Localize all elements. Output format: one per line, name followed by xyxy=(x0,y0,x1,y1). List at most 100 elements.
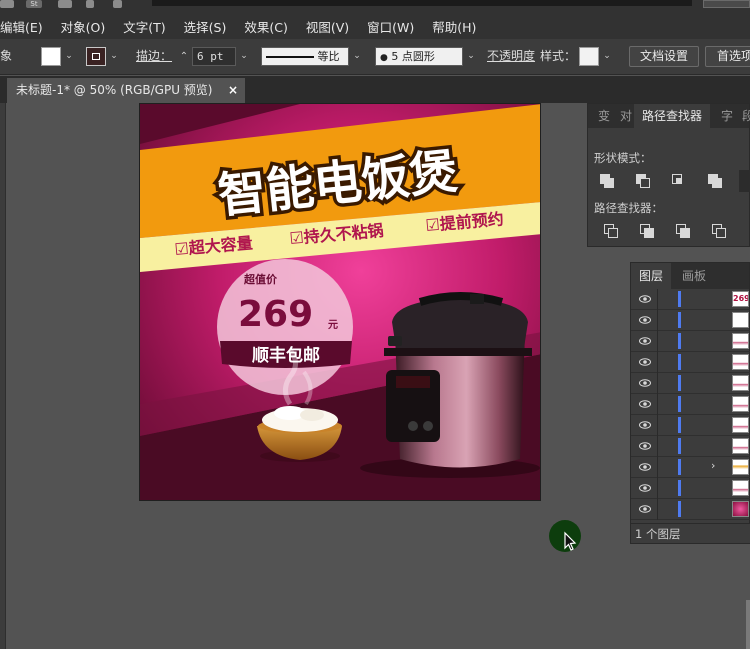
menu-object[interactable]: 对象(O) xyxy=(52,17,115,36)
graphic-style-dropdown[interactable]: ⌄ xyxy=(600,47,614,66)
price-value: 269 xyxy=(238,294,313,335)
tab-artboards[interactable]: 画板 xyxy=(682,263,706,289)
expand-button[interactable] xyxy=(739,170,750,192)
document-tab-title: 未标题-1* @ 50% (RGB/GPU 预览) xyxy=(16,83,213,97)
control-bar: 象 ⌄ ⌄ 描边： ⌃ 6 pt ⌄ 等比 ⌄ ● 5 点圆形 ⌄ 不透明度 样… xyxy=(0,39,750,75)
shape-icon xyxy=(732,375,749,391)
layer-row[interactable]: 269 xyxy=(631,289,750,310)
lock-column[interactable] xyxy=(657,457,658,478)
merge-icon[interactable] xyxy=(674,222,692,240)
lock-column[interactable] xyxy=(657,373,658,394)
shape-icon xyxy=(732,396,749,412)
stock-icon[interactable]: St xyxy=(26,0,42,8)
brush-definition[interactable]: ● 5 点圆形 xyxy=(375,47,463,66)
stroke-weight-dropdown[interactable]: ⌄ xyxy=(237,47,251,66)
stroke-swatch[interactable] xyxy=(86,47,106,66)
menu-effect[interactable]: 效果(C) xyxy=(235,17,296,36)
brush-dropdown[interactable]: ⌄ xyxy=(464,47,478,66)
lock-column[interactable] xyxy=(657,499,658,520)
lock-column[interactable] xyxy=(657,415,658,436)
stroke-stepper[interactable]: ⌃ xyxy=(177,47,191,66)
eye-icon[interactable] xyxy=(639,419,651,431)
eye-icon[interactable] xyxy=(639,377,651,389)
profile-dropdown[interactable]: ⌄ xyxy=(350,47,364,66)
eye-icon[interactable] xyxy=(639,440,651,452)
menu-type[interactable]: 文字(T) xyxy=(114,17,174,36)
opacity-label[interactable]: 不透明度 xyxy=(487,47,535,66)
workspace-icon[interactable] xyxy=(58,0,72,8)
lock-column[interactable] xyxy=(657,436,658,457)
layer-row[interactable] xyxy=(631,394,750,415)
stroke-label[interactable]: 描边： xyxy=(136,47,172,66)
expand-arrow-icon[interactable]: › xyxy=(711,459,715,472)
shape-modes-label: 形状模式： xyxy=(594,151,652,165)
tab-pathfinder[interactable]: 路径查找器 xyxy=(634,104,711,128)
menu-window[interactable]: 窗口(W) xyxy=(358,17,423,36)
minus-front-icon[interactable] xyxy=(634,172,652,190)
unite-icon[interactable] xyxy=(598,172,616,190)
exclude-icon[interactable] xyxy=(706,172,724,190)
crop-icon[interactable] xyxy=(710,222,728,240)
shape-icon xyxy=(732,333,749,349)
layer-row[interactable] xyxy=(631,415,750,436)
stroke-inner-icon xyxy=(92,53,100,60)
tab-character[interactable]: 字 xyxy=(721,104,733,128)
tab-transform[interactable]: 变 xyxy=(598,104,610,128)
document-setup-button[interactable]: 文档设置 xyxy=(629,46,699,67)
scrollbar[interactable] xyxy=(746,600,750,649)
divide-icon[interactable] xyxy=(602,222,620,240)
menu-edit[interactable]: 编辑(E) xyxy=(0,17,52,36)
layer-row[interactable] xyxy=(631,373,750,394)
eye-icon[interactable] xyxy=(639,461,651,473)
brush-icon[interactable] xyxy=(113,0,122,8)
stroke-weight-input[interactable]: 6 pt xyxy=(192,47,236,66)
layer-row[interactable] xyxy=(631,478,750,499)
lock-column[interactable] xyxy=(657,310,658,331)
lock-column[interactable] xyxy=(657,331,658,352)
variable-width-profile[interactable]: 等比 xyxy=(261,47,349,66)
shape-icon xyxy=(732,438,749,454)
tab-layers[interactable]: 图层 xyxy=(631,263,672,289)
eye-icon[interactable] xyxy=(639,482,651,494)
eye-icon[interactable] xyxy=(639,398,651,410)
layer-row[interactable] xyxy=(631,331,750,352)
lock-column[interactable] xyxy=(657,394,658,415)
layer-color-bar xyxy=(678,291,681,307)
layer-row[interactable] xyxy=(631,352,750,373)
eye-icon[interactable] xyxy=(639,335,651,347)
menu-view[interactable]: 视图(V) xyxy=(297,17,358,36)
tab-paragraph[interactable]: 段 xyxy=(742,104,750,128)
fill-dropdown[interactable]: ⌄ xyxy=(62,47,76,66)
menu-select[interactable]: 选择(S) xyxy=(175,17,236,36)
document-tab[interactable]: 未标题-1* @ 50% (RGB/GPU 预览) × xyxy=(7,78,245,103)
trim-icon[interactable] xyxy=(638,222,656,240)
preferences-button[interactable]: 首选项 xyxy=(705,46,750,67)
eye-icon[interactable] xyxy=(639,293,651,305)
lock-column[interactable] xyxy=(657,352,658,373)
brush-label: 5 点圆形 xyxy=(391,50,435,63)
eye-icon[interactable] xyxy=(639,314,651,326)
layer-row[interactable] xyxy=(631,499,750,520)
lock-column[interactable] xyxy=(657,478,658,499)
menu-help[interactable]: 帮助(H) xyxy=(423,17,485,36)
artboard[interactable]: 智能电饭煲 ☑超大容量 ☑持久不粘锅 ☑提前预约 超值价 269 元 顺丰包邮 xyxy=(139,103,541,501)
fill-swatch[interactable] xyxy=(41,47,61,66)
layer-row[interactable]: › xyxy=(631,457,750,478)
tab-align[interactable]: 对 xyxy=(620,104,632,128)
arrange-icon[interactable] xyxy=(86,0,94,8)
search-input[interactable] xyxy=(703,0,750,8)
pathfinder-panel: 变 对 路径查找器 字 段 形状模式： 路径查找器： xyxy=(587,103,750,247)
graphic-style-swatch[interactable] xyxy=(579,47,599,66)
layer-row[interactable] xyxy=(631,310,750,331)
blank-icon xyxy=(732,312,749,328)
shape-icon xyxy=(732,417,749,433)
stroke-dropdown[interactable]: ⌄ xyxy=(107,47,121,66)
layer-row[interactable] xyxy=(631,436,750,457)
layer-color-bar xyxy=(678,312,681,328)
eye-icon[interactable] xyxy=(639,356,651,368)
lock-column[interactable] xyxy=(657,289,658,310)
close-icon[interactable]: × xyxy=(228,78,238,103)
269-icon: 269 xyxy=(732,291,749,307)
intersect-icon[interactable] xyxy=(670,172,688,190)
eye-icon[interactable] xyxy=(639,503,651,515)
